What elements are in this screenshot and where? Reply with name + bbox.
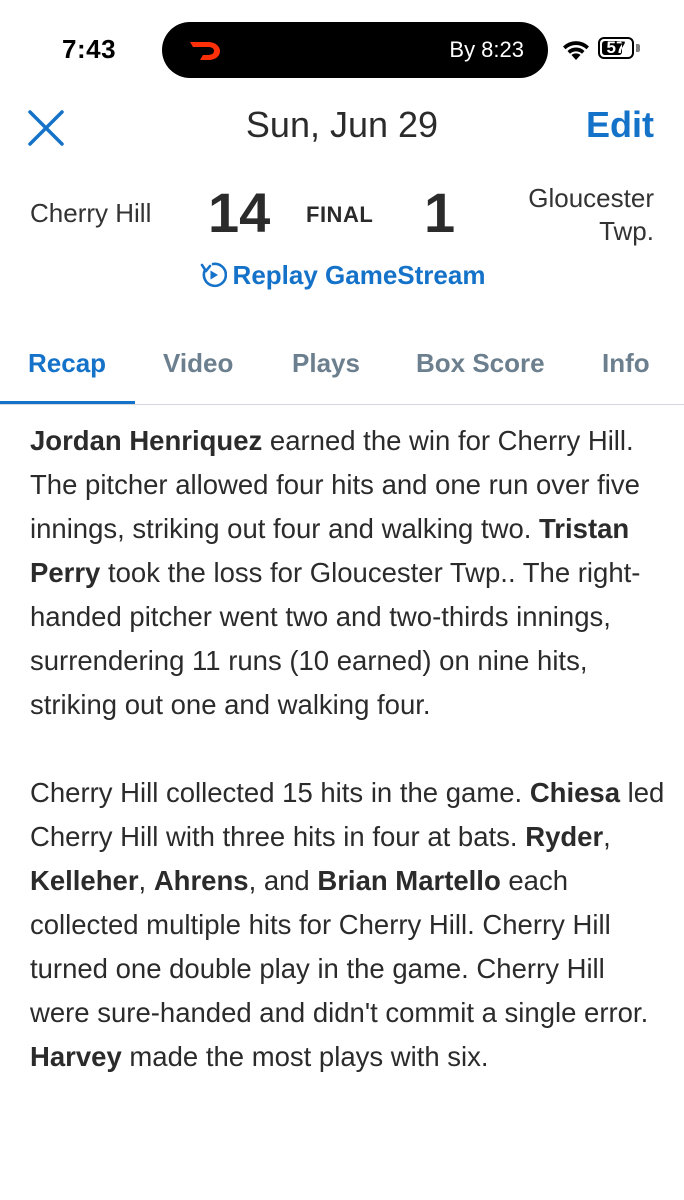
away-team-name-line1: Gloucester — [528, 183, 654, 213]
wifi-icon — [563, 41, 589, 60]
doordash-logo-icon — [190, 42, 220, 60]
player-name: Jordan Henriquez — [30, 425, 263, 456]
recap-text: , and — [248, 865, 318, 896]
replay-gamestream-button[interactable]: Replay GameStream — [0, 260, 684, 291]
recap-article: Jordan Henriquez earned the win for Cher… — [30, 419, 666, 1079]
away-team-score: 1 — [424, 181, 456, 244]
tab-info[interactable]: Info — [602, 348, 650, 379]
tab-bar: Recap Video Plays Box Score Info — [0, 340, 684, 405]
player-name: Ryder — [525, 821, 604, 852]
away-team-name: Gloucester Twp. — [474, 182, 654, 248]
player-name: Harvey — [30, 1041, 122, 1072]
recap-text: , — [603, 821, 611, 852]
battery-level: 57 — [606, 38, 626, 57]
replay-icon — [200, 262, 227, 288]
active-tab-indicator — [0, 401, 135, 404]
recap-text: , — [138, 865, 154, 896]
away-team-name-line2: Twp. — [599, 216, 654, 246]
home-team-name: Cherry Hill — [30, 198, 152, 228]
player-name: Kelleher — [30, 865, 139, 896]
battery-icon: 57 — [598, 37, 642, 61]
recap-paragraph: Jordan Henriquez earned the win for Cher… — [30, 419, 666, 727]
recap-text: took the loss for Gloucester Twp.. The r… — [30, 557, 641, 720]
status-time: 7:43 — [62, 34, 117, 64]
player-name: Ahrens — [153, 865, 249, 896]
player-name: Chiesa — [529, 777, 620, 808]
live-activity-eta: By 8:23 — [449, 37, 524, 62]
recap-text: made the most plays with six. — [121, 1041, 489, 1072]
tab-recap[interactable]: Recap — [28, 348, 106, 379]
recap-text: Cherry Hill collected 15 hits in the gam… — [30, 777, 530, 808]
replay-label: Replay GameStream — [232, 260, 486, 290]
recap-paragraph: Cherry Hill collected 15 hits in the gam… — [30, 771, 666, 1079]
edit-button[interactable]: Edit — [586, 104, 654, 146]
page-title: Sun, Jun 29 — [245, 104, 439, 145]
tab-video[interactable]: Video — [163, 348, 233, 379]
player-name: Brian Martello — [317, 865, 501, 896]
tab-plays[interactable]: Plays — [292, 348, 360, 379]
status-bar: 7:43 By 8:23 57 — [0, 0, 684, 100]
tab-box-score[interactable]: Box Score — [416, 348, 545, 379]
dynamic-island-live-activity[interactable]: By 8:23 — [162, 22, 548, 78]
home-team-score: 14 — [208, 181, 271, 244]
game-status: FINAL — [306, 202, 374, 227]
